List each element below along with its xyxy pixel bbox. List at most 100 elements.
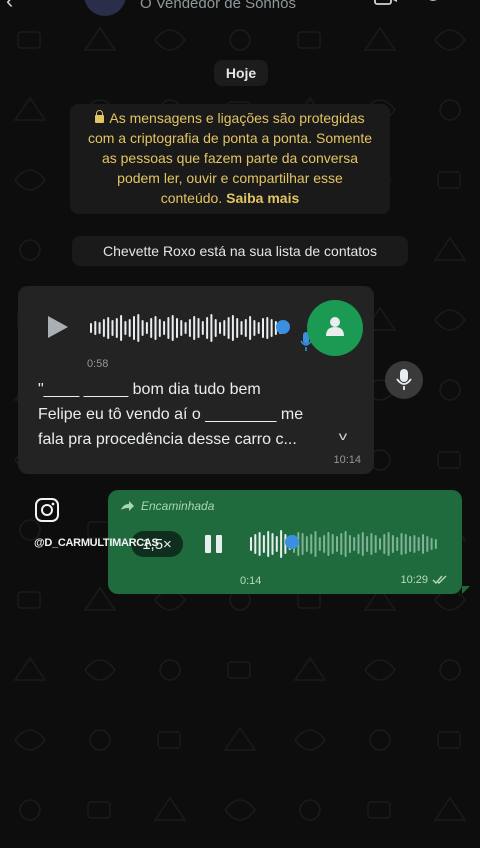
- back-arrow-icon[interactable]: ‹: [6, 0, 13, 14]
- waveform-bar: [180, 320, 183, 336]
- wallpaper-doodle: [13, 656, 47, 681]
- voice-transcript[interactable]: "____ _____ bom dia tudo bem Felipe eu t…: [38, 377, 358, 452]
- pause-button[interactable]: [205, 535, 223, 553]
- wallpaper-doodle: [299, 799, 321, 821]
- waveform-bar: [266, 317, 269, 339]
- forward-arrow-icon: [121, 501, 134, 511]
- encryption-line: com a criptografia de ponta a ponta. Som…: [87, 130, 373, 146]
- waveform-bar: [236, 318, 239, 338]
- waveform-bar: [163, 321, 166, 335]
- contact-name[interactable]: O Vendedor de Sonhos: [140, 0, 296, 12]
- transcribe-button[interactable]: [385, 361, 423, 399]
- wallpaper-doodle: [19, 239, 41, 261]
- wallpaper-doodle: [437, 451, 461, 469]
- encryption-notice[interactable]: As mensagens e ligações são protegidas c…: [70, 104, 390, 214]
- wallpaper-doodle: [17, 31, 41, 49]
- waveform-bar: [310, 534, 313, 554]
- waveform-bar: [150, 318, 153, 338]
- wallpaper-doodle: [439, 379, 461, 401]
- waveform-bar: [128, 319, 131, 337]
- waveform-bar: [253, 320, 256, 336]
- waveform-bar: [145, 322, 148, 334]
- waveform-bar: [133, 316, 135, 340]
- waveform-bar: [357, 534, 360, 554]
- wallpaper-doodle: [87, 801, 111, 819]
- waveform-bar: [176, 318, 178, 338]
- wallpaper-doodle: [157, 731, 181, 749]
- waveform-bar: [115, 318, 118, 338]
- message-meta: 10:29: [400, 574, 448, 586]
- transcript-line: "____ _____ bom dia tudo bem: [38, 381, 261, 398]
- waveform-bar: [90, 323, 92, 333]
- waveform-bar: [258, 532, 261, 556]
- wallpaper-doodle: [89, 729, 111, 751]
- wallpaper-doodle: [223, 726, 257, 751]
- encryption-line: as pessoas que fazem parte da conversa: [101, 150, 359, 166]
- play-button[interactable]: [48, 316, 68, 338]
- audio-waveform[interactable]: [90, 312, 290, 344]
- waveform-bar: [94, 321, 97, 335]
- video-call-icon[interactable]: [374, 0, 398, 6]
- wallpaper-doodle: [434, 309, 466, 331]
- waveform-bar: [409, 536, 412, 552]
- waveform-bar: [305, 536, 308, 552]
- waveform-bar: [240, 321, 243, 335]
- waveform-bar: [262, 318, 264, 338]
- wallpaper-doodle: [229, 29, 251, 51]
- waveform-bar: [348, 535, 351, 553]
- lock-icon: [95, 110, 105, 123]
- waveform-bar: [344, 531, 347, 557]
- wallpaper-doodle: [293, 656, 327, 681]
- waveform-bar: [193, 316, 196, 340]
- wallpaper-doodle: [13, 96, 47, 121]
- wallpaper-doodle: [14, 169, 46, 191]
- wallpaper-doodle: [369, 729, 391, 751]
- waveform-bar: [249, 316, 252, 340]
- contact-avatar[interactable]: [84, 0, 126, 16]
- wallpaper-doodle: [224, 799, 256, 821]
- incoming-voice-message[interactable]: 0:58 "____ _____ bom dia tudo bem Felipe…: [18, 286, 374, 474]
- waveform-bar: [387, 532, 390, 556]
- chat-header: ‹ O Vendedor de Sonhos: [0, 0, 480, 20]
- wallpaper-doodle: [434, 29, 466, 51]
- waveform-bar: [361, 532, 364, 556]
- transcript-line: fala pra procedência desse carro c...: [38, 431, 297, 448]
- message-time: 10:14: [333, 454, 361, 466]
- watermark-handle: @D_CARMULTIMARCAS: [34, 537, 159, 549]
- learn-more-link[interactable]: Saiba mais: [226, 190, 299, 206]
- waveform-bar: [336, 536, 338, 552]
- waveform-bar: [158, 319, 161, 337]
- waveform-bar: [275, 536, 278, 552]
- encryption-line: podem ler, ouvir e compartilhar esse: [117, 170, 343, 186]
- wallpaper-doodle: [433, 236, 467, 261]
- waveform-bar: [154, 316, 157, 340]
- waveform-bar: [201, 321, 204, 335]
- waveform-bar: [137, 314, 140, 342]
- waveform-bar: [257, 322, 260, 334]
- chevron-down-icon[interactable]: v: [339, 429, 347, 443]
- playback-position-dot[interactable]: [276, 320, 290, 334]
- wallpaper-doodle: [363, 26, 397, 51]
- waveform-bar: [396, 537, 399, 551]
- waveform-bar: [314, 531, 317, 557]
- wallpaper-doodle: [437, 171, 461, 189]
- waveform-bar: [210, 314, 213, 342]
- microphone-icon: [396, 369, 412, 390]
- waveform-bar: [331, 534, 334, 554]
- sender-avatar[interactable]: [307, 300, 363, 356]
- waveform-bar: [188, 319, 191, 337]
- wallpaper-doodle: [87, 521, 111, 539]
- waveform-bar: [124, 321, 127, 335]
- date-chip: Hoje: [214, 60, 268, 86]
- waveform-bar: [120, 315, 123, 341]
- waveform-bar: [417, 537, 420, 551]
- waveform-bar: [404, 534, 407, 554]
- audio-waveform[interactable]: [250, 528, 440, 560]
- wallpaper-doodle: [294, 729, 326, 751]
- playback-position-dot[interactable]: [285, 535, 299, 549]
- waveform-bar: [270, 319, 273, 337]
- waveform-bar: [327, 532, 330, 556]
- encryption-line: conteúdo.: [160, 190, 223, 206]
- voice-call-icon[interactable]: [424, 0, 442, 7]
- wallpaper-doodle: [297, 31, 321, 49]
